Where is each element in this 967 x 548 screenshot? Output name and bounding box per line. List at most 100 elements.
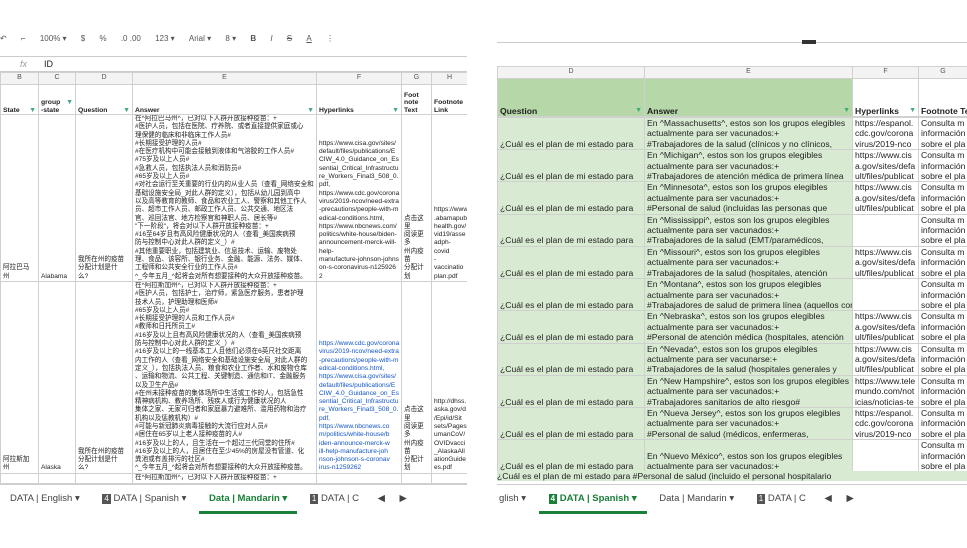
cell-footnote[interactable]: Consulta m información sobre el pla [918,310,967,344]
scroll-left-icon[interactable]: ◀ [372,485,391,513]
cell-state[interactable]: 阿拉巴马 州 [0,114,39,282]
cell-hyperlinks[interactable]: https://www.cisa.gov/sites/ default/file… [316,114,402,282]
column-header[interactable]: G [401,72,432,85]
cell-footnote-link[interactable]: http://dhss. aska.gov/d /Epi/id/Sit sets… [431,280,467,474]
cell-question[interactable]: ¿Cuál es el plan de mi estado para [497,342,645,376]
column-header[interactable]: D [497,66,645,79]
table-row[interactable]: ¿Cuál es el plan de mi estado para En ^Ma… [497,116,967,151]
number-format-select[interactable]: 123 ▾ [155,34,175,43]
percent-button[interactable]: % [99,34,106,43]
cell-hyperlinks[interactable]: https://www.cis a.gov/sites/defa ult/files… [852,245,919,280]
cell-answer[interactable]: En ^Nebraska^, estos son los grupos eleg… [644,310,853,344]
tab-data-c[interactable]: 1 DATA | C [300,485,369,513]
font-size-select[interactable]: 8 ▾ [225,34,236,43]
more-icon[interactable]: ⋮ [326,34,334,43]
bold-button[interactable]: B [250,34,256,43]
header-hyperlinks[interactable]: ▼ Hyperlinks [316,84,402,115]
header-question[interactable]: ▼ Question [75,84,133,115]
column-header[interactable]: E [132,72,317,85]
table-row[interactable]: ¿Cuál es el plan de mi estado para En ^Nu… [497,439,967,473]
header-group-state[interactable]: ▼ group -state [38,84,76,115]
table-row[interactable]: ¿Cuál es el plan de mi estado para En ^Ne… [497,374,967,408]
cell-footnote-link[interactable]: https://www .abamapubl health.gov/ vid19… [431,114,467,282]
paint-format-icon[interactable]: ⌐ [21,34,26,43]
decimals-button[interactable]: .0 .00 [121,34,141,43]
cell-hyperlinks[interactable] [852,213,919,247]
table-row[interactable]: 阿拉巴马 州 Alabama 我所在州的疫苗 分配计划是什 么? 在^阿拉巴马州… [0,114,467,282]
cell-group[interactable]: Alabama [38,114,76,282]
cell-question[interactable]: ¿Cuál es el plan de mi estado para [497,310,645,344]
cell-question[interactable]: 我所在州的疫苗 分配计划是什 么? [75,280,133,474]
cell-answer[interactable]: En ^Nuevo México^, estos son los grupos … [644,439,853,473]
cell-footnote[interactable]: Consulta m información sobre el pla [918,342,967,376]
tab-data-english[interactable]: DATA | English ▾ [0,485,90,513]
filter-icon[interactable]: ▼ [843,106,850,116]
cell-question[interactable]: ¿Cuál es el plan de mi estado para [497,116,645,151]
tab-data-spanish[interactable]: 4 DATA | Spanish ▾ [92,485,196,513]
column-header[interactable]: C [38,72,76,85]
filter-icon[interactable]: ▼ [635,106,642,116]
tab-data-mandarin[interactable]: Data | Mandarin ▾ [649,485,744,513]
cell-question[interactable]: ¿Cuál es el plan de mi estado para [497,213,645,247]
cell-footnote[interactable]: Consulta m información sobre el pla [918,439,967,473]
font-select[interactable]: Arial ▾ [189,34,211,43]
tab-data-spanish[interactable]: 4 DATA | Spanish ▾ [538,487,647,514]
table-row[interactable]: 在^阿拉斯加州^，已对以下人群开放接种疫苗：+ [0,472,467,484]
cell-footnote[interactable]: Consulta m información sobre el pla [918,116,967,151]
cell-answer[interactable]: En ^Montana^, estos son los grupos elegi… [644,278,853,312]
cell-hyperlinks[interactable]: https://www.cis a.gov/sites/defa ult/files… [852,310,919,344]
scroll-right-icon[interactable]: ▶ [394,485,413,513]
cell-answer[interactable]: 在^阿拉巴马州^，已对以下人群开放接种疫苗：+ #医护人员，包括在医院、疗养院、… [132,114,317,282]
column-header[interactable]: E [644,66,853,79]
tab-data-c[interactable]: 1 DATA | C [747,485,816,513]
column-header[interactable]: F [852,66,919,79]
filter-icon[interactable]: ▼ [909,106,916,116]
column-header[interactable]: G [918,66,967,79]
header-hyperlinks[interactable]: ▼ Hyperlinks [852,78,919,117]
partial-row[interactable]: ¿Cuál es el plan de mi estado para #Pers… [497,471,967,481]
cell-answer[interactable]: En ^New Hampshire^, estos son los grupos… [644,374,853,408]
table-row[interactable]: ¿Cuál es el plan de mi estado para En ^Ne… [497,310,967,344]
header-question[interactable]: ▼ Question [497,78,645,117]
column-header[interactable]: H [431,72,467,85]
zoom-select[interactable]: 100% ▾ [40,34,67,43]
cell-hyperlinks[interactable] [852,278,919,312]
cell-hyperlinks[interactable]: https://www.tele mundo.com/not icias/notic… [852,374,919,408]
italic-button[interactable]: I [270,34,272,43]
cell-answer[interactable]: En ^Minnesota^, estos son los grupos ele… [644,181,853,215]
table-row[interactable]: ¿Cuál es el plan de mi estado para En ^Mi… [497,149,967,183]
cell-answer[interactable]: 在^阿拉斯加州^，已对以下人群开放接种疫苗：+ #医护人员，包括护士，治疗师，紧… [132,280,317,474]
header-state[interactable]: ▼ State [0,84,39,115]
cell-footnote[interactable]: Consulta m información sobre el pla [918,149,967,183]
column-header[interactable]: B [0,72,39,85]
cell-question[interactable]: ¿Cuál es el plan de mi estado para [497,181,645,215]
text-color-button[interactable]: A [306,34,311,43]
cell-answer[interactable]: 在^阿拉斯加州^，已对以下人群开放接种疫苗：+ [132,472,317,484]
header-answer[interactable]: ▼ Answer [132,84,317,115]
filter-icon[interactable]: ▼ [392,107,399,114]
header-footnote-link[interactable]: Footnote Link [431,84,467,115]
cell-hyperlinks[interactable]: https://www.cis a.gov/sites/defa ult/files… [852,342,919,376]
scroll-right-icon[interactable]: ▶ [840,485,859,513]
cell-answer[interactable]: En ^Missouri^, estos son los grupos eleg… [644,245,853,280]
cell-question[interactable]: ¿Cuál es el plan de mi estado para [497,245,645,280]
scroll-left-icon[interactable]: ◀ [819,485,838,513]
table-row[interactable]: ¿Cuál es el plan de mi estado para En ^Ne… [497,342,967,376]
cell-footnote[interactable]: Consulta m información sobre el pla [918,245,967,280]
tab-data-mandarin[interactable]: Data | Mandarin ▾ [199,487,298,514]
cell-footnote[interactable]: Consulta m información sobre el pla [918,213,967,247]
cell-hyperlinks[interactable] [852,439,919,473]
cell-hyperlinks[interactable]: https://www.cis a.gov/sites/defa ult/files… [852,181,919,215]
table-row[interactable]: ¿Cuál es el plan de mi estado para En ^Mi… [497,245,967,280]
cell-hyperlinks[interactable]: https://espanol. cdc.gov/corona virus/2019… [852,116,919,151]
table-row[interactable]: ¿Cuál es el plan de mi estado para En ^Mi… [497,213,967,247]
cell-answer[interactable]: En ^Mississippi^, estos son los grupos e… [644,213,853,247]
table-row[interactable]: ¿Cuál es el plan de mi estado para En ^Mi… [497,181,967,215]
strikethrough-button[interactable]: S [287,34,292,43]
cell-footnote[interactable]: Consulta m información sobre el pla [918,374,967,408]
cell-question[interactable]: ¿Cuál es el plan de mi estado para [497,406,645,441]
filter-icon[interactable]: ▼ [66,99,73,107]
table-row[interactable]: ¿Cuál es el plan de mi estado para En ^Nu… [497,406,967,441]
cell-footnote[interactable]: Consulta m información sobre el pla [918,181,967,215]
filter-icon[interactable]: ▼ [29,107,36,114]
